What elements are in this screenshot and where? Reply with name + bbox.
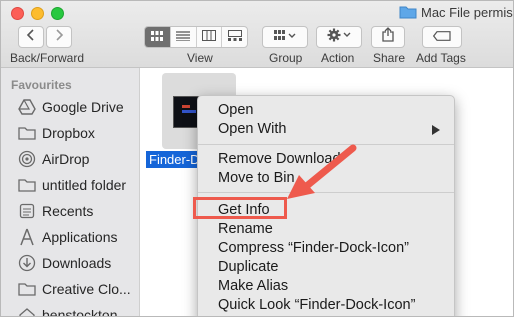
sidebar-item-label: benstockton [42, 307, 118, 317]
menu-item-duplicate[interactable]: Duplicate [218, 259, 278, 275]
sidebar-item-downloads[interactable]: Downloads [18, 252, 111, 274]
sidebar-item-label: Applications [42, 229, 118, 245]
group-label: Group [269, 51, 303, 65]
sidebar-item-creative-cloud[interactable]: Creative Clo... [18, 278, 131, 300]
sidebar-item-untitled-folder[interactable]: untitled folder [18, 174, 126, 196]
menu-item-quick-look[interactable]: Quick Look “Finder-Dock-Icon” [218, 297, 415, 313]
gallery-icon [227, 28, 242, 46]
column-view-button[interactable] [197, 27, 223, 47]
annotation-arrow-icon [287, 144, 357, 199]
sidebar-item-applications[interactable]: Applications [18, 226, 118, 248]
sidebar-item-label: untitled folder [42, 177, 127, 193]
folder-icon [399, 5, 417, 22]
annotation-highlight-box [193, 197, 287, 219]
sidebar-heading: Favourites [11, 78, 72, 92]
action-label: Action [321, 51, 355, 65]
zoom-window-button[interactable] [51, 7, 64, 20]
share-button[interactable] [371, 26, 405, 48]
airdrop-icon [18, 150, 36, 168]
action-button[interactable] [316, 26, 362, 48]
folder-icon [18, 124, 36, 142]
list-icon [176, 28, 191, 46]
gallery-view-button[interactable] [222, 27, 247, 47]
recents-icon [18, 202, 36, 220]
share-label: Share [373, 51, 406, 65]
sidebar-item-recents[interactable]: Recents [18, 200, 93, 222]
sidebar-item-label: Creative Clo... [42, 281, 131, 297]
chevron-left-icon [26, 28, 36, 46]
toolbar: Mac File permissio Back/Forward [1, 1, 513, 68]
chevron-right-icon [54, 28, 64, 46]
gear-icon [327, 28, 351, 47]
add-tags-label: Add Tags [416, 51, 466, 65]
menu-item-compress[interactable]: Compress “Finder-Dock-Icon” [218, 240, 409, 256]
sidebar-item-label: Recents [42, 203, 94, 219]
add-tags-button[interactable] [422, 26, 462, 48]
sidebar-item-google-drive[interactable]: Google Drive [18, 96, 124, 118]
view-segmented-control[interactable] [144, 26, 248, 48]
view-label: View [187, 51, 213, 65]
menu-item-open[interactable]: Open [218, 102, 253, 118]
menu-item-open-with[interactable]: Open With [218, 121, 287, 137]
window-title: Mac File permissio [399, 5, 513, 22]
icon-view-button[interactable] [145, 27, 171, 47]
sidebar-item-label: Dropbox [42, 125, 95, 141]
group-button[interactable] [262, 26, 308, 48]
file-name-label[interactable]: Finder-D [146, 151, 203, 168]
submenu-arrow-icon [432, 125, 440, 135]
menu-item-make-alias[interactable]: Make Alias [218, 278, 288, 294]
sidebar-item-label: Google Drive [42, 99, 124, 115]
finder-window: Mac File permissio Back/Forward [0, 0, 514, 317]
share-icon [382, 27, 394, 47]
sidebar-item-dropbox[interactable]: Dropbox [18, 122, 95, 144]
forward-button[interactable] [46, 26, 72, 48]
home-icon [18, 306, 36, 316]
grid-icon [151, 28, 164, 46]
sidebar-item-label: AirDrop [42, 151, 90, 167]
list-view-button[interactable] [171, 27, 197, 47]
group-grid-icon [274, 28, 296, 46]
google-drive-icon [18, 98, 36, 116]
applications-icon [18, 228, 36, 246]
tag-icon [432, 28, 451, 46]
sidebar: Favourites Google Drive Dropbox AirDrop … [1, 68, 140, 317]
sidebar-item-label: Downloads [42, 255, 112, 271]
close-window-button[interactable] [11, 7, 24, 20]
folder-icon [18, 280, 36, 298]
sidebar-item-home[interactable]: benstockton [18, 304, 118, 317]
back-forward-label: Back/Forward [10, 51, 85, 65]
downloads-icon [18, 254, 36, 272]
menu-item-rename[interactable]: Rename [218, 221, 273, 237]
window-title-text: Mac File permissio [421, 5, 513, 20]
columns-icon [201, 28, 216, 46]
minimize-window-button[interactable] [31, 7, 44, 20]
sidebar-item-airdrop[interactable]: AirDrop [18, 148, 89, 170]
back-button[interactable] [18, 26, 44, 48]
folder-icon [18, 176, 36, 194]
